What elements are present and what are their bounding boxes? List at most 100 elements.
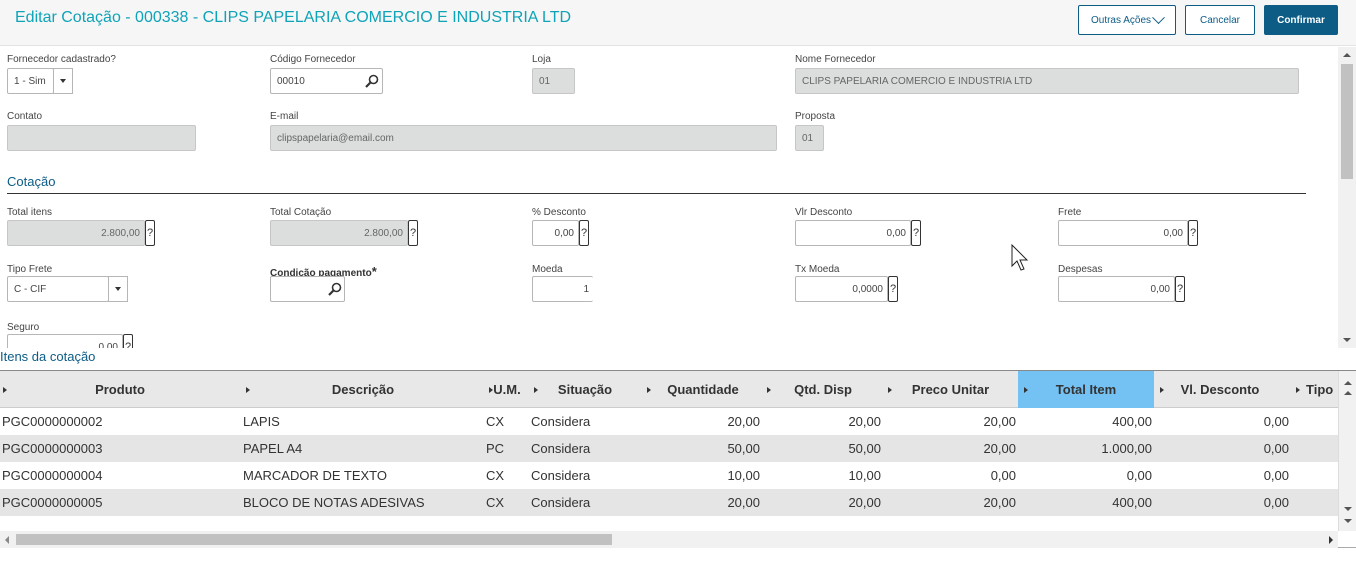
footer-area: [0, 548, 1356, 573]
total-cotacao-field: 2.800,00: [270, 220, 408, 246]
dropdown-arrow-icon[interactable]: [108, 276, 128, 302]
fornecedor-cadastrado-select[interactable]: 1 - Sim: [7, 68, 54, 94]
cell-situacao: Considera: [531, 414, 591, 429]
cell-quantidade: 20,00: [727, 414, 760, 429]
cell-total-item: 400,00: [1112, 495, 1152, 510]
scroll-down-icon[interactable]: [1344, 519, 1352, 523]
cell-situacao: Considera: [531, 441, 591, 456]
cell-total-item: 400,00: [1112, 414, 1152, 429]
cell-produto: PGC0000000005: [2, 495, 103, 510]
scroll-down-icon[interactable]: [1344, 507, 1352, 511]
help-icon[interactable]: ?: [911, 220, 921, 246]
scroll-down-icon[interactable]: [1343, 338, 1351, 342]
scroll-up-icon[interactable]: [1344, 391, 1352, 395]
dropdown-arrow-icon[interactable]: [53, 68, 73, 94]
help-icon[interactable]: ?: [123, 334, 133, 348]
vlr-desconto-input[interactable]: 0,00: [795, 220, 911, 246]
cell-descricao: BLOCO DE NOTAS ADESIVAS: [243, 495, 425, 510]
scroll-thumb[interactable]: [1341, 64, 1353, 179]
form-vertical-scrollbar[interactable]: [1338, 47, 1356, 348]
cell-produto: PGC0000000004: [2, 468, 103, 483]
scroll-left-icon[interactable]: [5, 536, 9, 544]
table-row[interactable]: PGC0000000004 MARCADOR DE TEXTO CX Consi…: [0, 462, 1338, 489]
form-area: Fornecedor cadastrado? 1 - Sim Código Fo…: [0, 47, 1338, 348]
cell-um: PC: [486, 441, 505, 456]
column-header-total-item[interactable]: Total Item: [1018, 371, 1154, 408]
column-header-descricao[interactable]: Descrição: [243, 371, 483, 408]
cell-um: CX: [486, 414, 505, 429]
column-header-preco-unitar[interactable]: Preco Unitar: [883, 371, 1018, 408]
seguro-input[interactable]: 0,00: [7, 334, 123, 348]
codigo-fornecedor-value: 00010: [277, 75, 305, 87]
scroll-up-icon[interactable]: [1344, 381, 1352, 385]
scroll-up-icon[interactable]: [1343, 53, 1351, 57]
label-vlr-desconto: Vlr Desconto: [795, 207, 853, 218]
cell-descricao: PAPEL A4: [243, 441, 303, 456]
frete-input[interactable]: 0,00: [1058, 220, 1188, 246]
cell-quantidade: 20,00: [727, 495, 760, 510]
other-actions-label: Outras Ações: [1090, 14, 1152, 26]
nome-fornecedor-field: CLIPS PAPELARIA COMERCIO E INDUSTRIA LTD: [795, 68, 1299, 94]
cell-vl-desconto: 0,00: [1263, 468, 1289, 483]
label-frete: Frete: [1058, 207, 1082, 218]
search-icon[interactable]: [364, 73, 380, 89]
grid-horizontal-scrollbar[interactable]: [0, 531, 1338, 548]
moeda-input[interactable]: 1: [532, 276, 593, 302]
help-icon[interactable]: ?: [145, 220, 155, 246]
tx-moeda-input[interactable]: 0,0000: [795, 276, 888, 302]
help-icon[interactable]: ?: [1175, 276, 1185, 302]
cell-vl-desconto: 0,00: [1263, 414, 1289, 429]
cancel-button[interactable]: Cancelar: [1185, 5, 1255, 35]
label-seguro: Seguro: [7, 322, 40, 333]
help-icon[interactable]: ?: [408, 220, 418, 246]
contato-field: [7, 125, 196, 151]
label-proposta: Proposta: [795, 111, 836, 122]
search-icon[interactable]: [327, 281, 343, 297]
column-header-produto[interactable]: Produto: [0, 371, 240, 408]
items-grid: Produto Descrição U.M. Situação Quantida…: [0, 370, 1356, 548]
tipo-frete-select[interactable]: C - CIF: [7, 276, 109, 302]
cell-preco-unitar: 0,00: [990, 468, 1016, 483]
required-mark: *: [371, 264, 377, 279]
despesas-input[interactable]: 0,00: [1058, 276, 1175, 302]
grid-vertical-scrollbar[interactable]: [1338, 371, 1356, 531]
cell-preco-unitar: 20,00: [983, 441, 1016, 456]
column-header-qtd-disp[interactable]: Qtd. Disp: [763, 371, 883, 408]
table-row[interactable]: PGC0000000005 BLOCO DE NOTAS ADESIVAS CX…: [0, 489, 1338, 516]
label-email: E-mail: [270, 111, 299, 122]
desconto-pct-input[interactable]: 0,00: [532, 220, 579, 246]
help-icon[interactable]: ?: [579, 220, 589, 246]
cell-qtd-disp: 20,00: [848, 414, 881, 429]
email-field: clipspapelaria@email.com: [270, 125, 777, 151]
label-desconto-pct: % Desconto: [532, 207, 586, 218]
cell-descricao: MARCADOR DE TEXTO: [243, 468, 387, 483]
table-row[interactable]: PGC0000000002 LAPIS CX Considera 20,00 2…: [0, 408, 1338, 435]
page-title: Editar Cotação - 000338 - CLIPS PAPELARI…: [15, 9, 572, 26]
confirm-button[interactable]: Confirmar: [1264, 5, 1338, 35]
label-despesas: Despesas: [1058, 264, 1103, 275]
column-header-quantidade[interactable]: Quantidade: [643, 371, 763, 408]
column-header-situacao[interactable]: Situação: [530, 371, 640, 408]
column-header-um[interactable]: U.M.: [486, 371, 528, 408]
proposta-field: 01: [795, 125, 824, 151]
cell-preco-unitar: 20,00: [983, 495, 1016, 510]
section-divider: [7, 193, 1306, 194]
column-header-tipo[interactable]: Tipo: [1300, 371, 1338, 408]
column-header-vl-desconto[interactable]: Vl. Desconto: [1155, 371, 1285, 408]
section-title-cotacao: Cotação: [7, 174, 56, 189]
table-row[interactable]: PGC0000000003 PAPEL A4 PC Considera 50,0…: [0, 435, 1338, 462]
cell-quantidade: 10,00: [727, 468, 760, 483]
cell-situacao: Considera: [531, 495, 591, 510]
cell-um: CX: [486, 495, 505, 510]
other-actions-button[interactable]: Outras Ações: [1078, 5, 1176, 35]
cell-descricao: LAPIS: [243, 414, 280, 429]
cell-situacao: Considera: [531, 468, 591, 483]
cell-quantidade: 50,00: [727, 441, 760, 456]
label-tipo-frete: Tipo Frete: [7, 264, 53, 275]
scroll-thumb[interactable]: [16, 534, 612, 545]
help-icon[interactable]: ?: [1188, 220, 1198, 246]
label-total-cotacao: Total Cotação: [270, 207, 332, 218]
scroll-right-icon[interactable]: [1329, 536, 1333, 544]
help-icon[interactable]: ?: [888, 276, 898, 302]
page-header: Editar Cotação - 000338 - CLIPS PAPELARI…: [0, 0, 1356, 46]
